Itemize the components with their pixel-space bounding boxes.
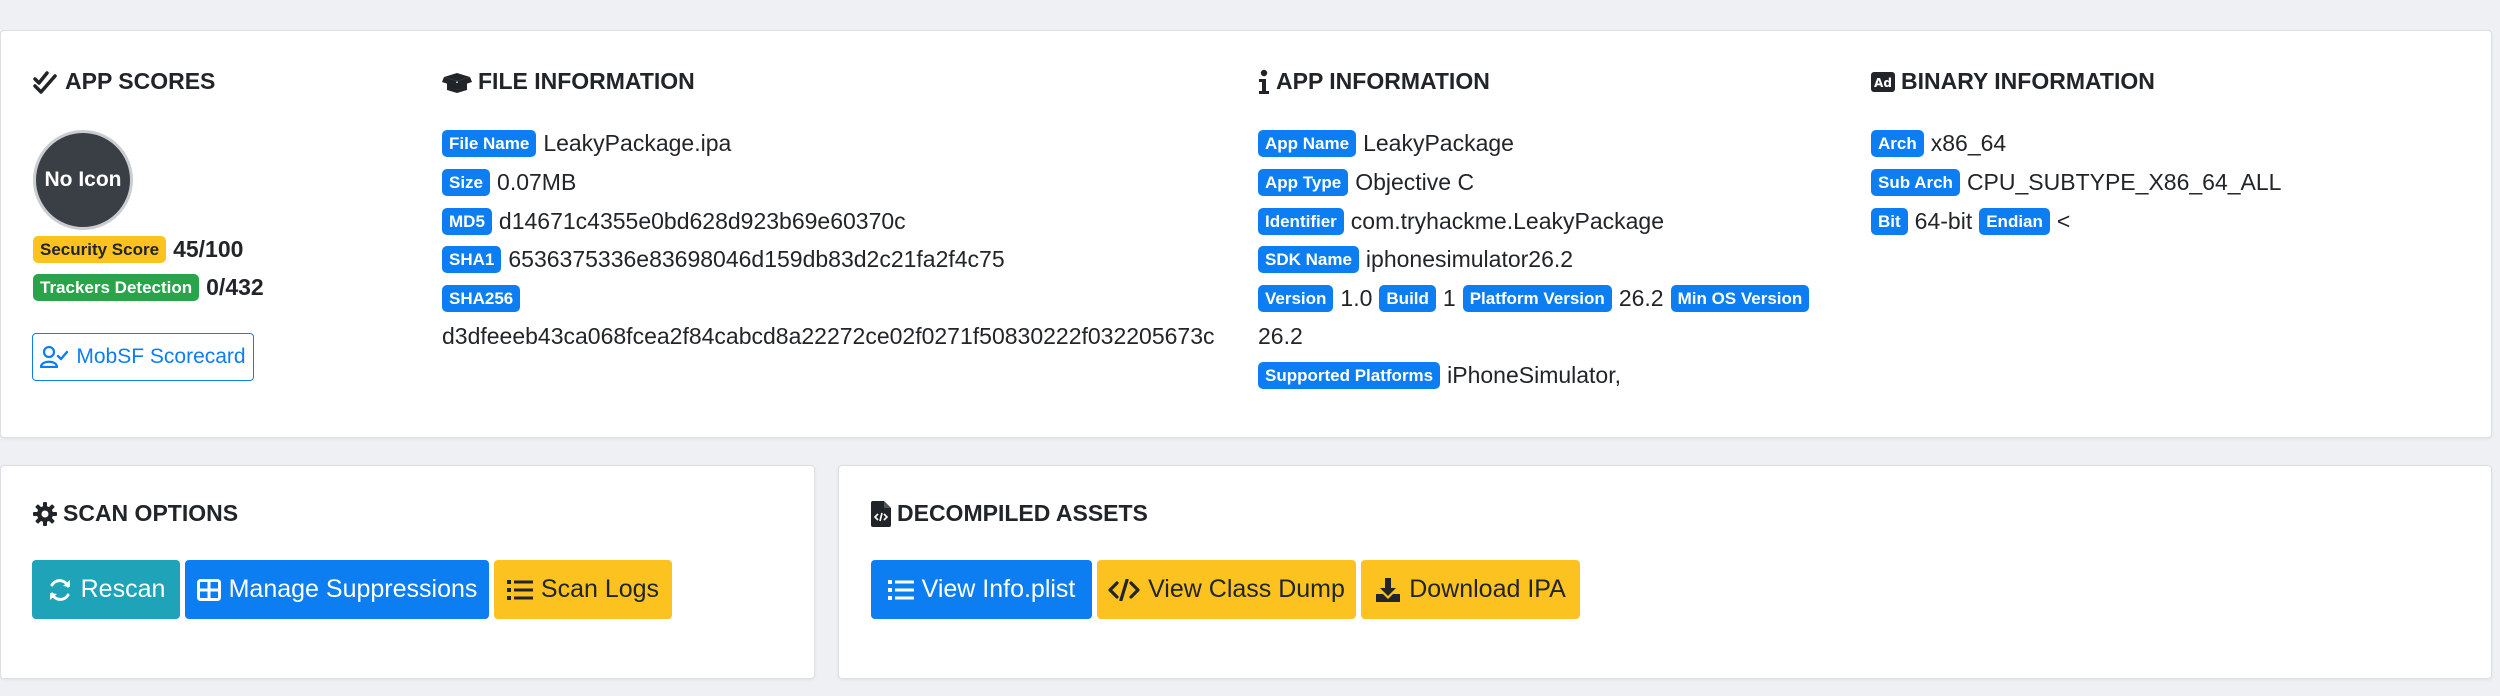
table-icon [196,578,221,601]
app-type-value: Objective C [1355,169,1475,195]
version-row: Version 1.0 Build 1 Platform Version 26.… [1258,285,1810,312]
file-size-value: 0.07MB [497,169,577,195]
sha1-row: SHA1 6536375336e83698046d159db83d2c21fa2… [442,246,1005,273]
info-icon [1259,69,1269,94]
list-icon [506,579,533,600]
file-name-value: LeakyPackage.ipa [543,130,732,156]
code-icon [1108,578,1140,601]
app-name-value: LeakyPackage [1363,130,1514,156]
file-code-icon [871,500,891,527]
view-class-dump-button[interactable]: View Class Dump [1097,560,1356,619]
file-information-heading: FILE INFORMATION [442,68,695,95]
bit-value: 64-bit [1914,208,1973,234]
arch-row: Arch x86_64 [1871,130,2006,157]
trackers-row: Trackers Detection 0/432 [33,274,264,301]
sha256-label-row: SHA256 [442,285,521,312]
security-score-value: 45/100 [173,236,244,262]
ad-icon: Ad [1871,71,1895,92]
sdk-name-row: SDK Name iphonesimulator26.2 [1258,246,1573,273]
trackers-badge: Trackers Detection [33,274,200,301]
bit-row: Bit 64-bit Endian < [1871,208,2070,235]
identifier-row: Identifier com.tryhackme.LeakyPackage [1258,208,1664,235]
sha256-value-row: d3dfeeeb43ca068fcea2f84cabcd8a22272ce02f… [442,323,1215,350]
manage-suppressions-button[interactable]: Manage Suppressions [185,560,489,619]
identifier-value: com.tryhackme.LeakyPackage [1350,208,1664,234]
supported-platforms-row: Supported Platforms iPhoneSimulator, [1258,362,1621,389]
md5-row: MD5 d14671c4355e0bd628d923b69e60370c [442,208,906,235]
rescan-button[interactable]: Rescan [32,560,180,619]
security-score-row: Security Score 45/100 [33,236,243,263]
app-scores-heading: APP SCORES [33,68,215,95]
decompiled-assets-heading: DECOMPILED ASSETS [871,500,1148,527]
trackers-value: 0/432 [206,274,264,300]
download-icon [1376,577,1401,602]
svg-text:Ad: Ad [1874,76,1892,90]
sha256-value: d3dfeeeb43ca068fcea2f84cabcd8a22272ce02f… [442,323,1215,349]
scan-logs-button[interactable]: Scan Logs [494,560,672,619]
endian-value: < [2056,208,2071,234]
sdk-name-value: iphonesimulator26.2 [1365,246,1574,272]
user-check-icon [40,346,69,368]
app-icon-placeholder: No Icon [33,130,133,230]
sha1-value: 6536375336e83698046d159db83d2c21fa2f4c75 [508,246,1005,272]
platform-version-value: 26.2 [1618,285,1664,311]
app-name-row: App Name LeakyPackage [1258,130,1514,157]
sub-arch-value: CPU_SUBTYPE_X86_64_ALL [1966,169,2282,195]
binary-information-heading: Ad BINARY INFORMATION [1871,68,2155,95]
version-value: 1.0 [1340,285,1373,311]
download-ipa-button[interactable]: Download IPA [1361,560,1580,619]
app-information-heading: APP INFORMATION [1258,68,1490,95]
double-check-icon [33,70,57,94]
file-size-row: Size 0.07MB [442,169,576,196]
list-icon [887,579,914,600]
box-open-icon [442,72,472,93]
scan-options-heading: SCAN OPTIONS [33,500,238,527]
build-value: 1 [1442,285,1456,311]
min-os-value: 26.2 [1258,323,1303,349]
arch-value: x86_64 [1930,130,2007,156]
security-score-badge: Security Score [33,236,167,263]
sub-arch-row: Sub Arch CPU_SUBTYPE_X86_64_ALL [1871,169,2281,196]
mobsf-scorecard-button[interactable]: MobSF Scorecard [32,333,254,381]
supported-platforms-value: iPhoneSimulator, [1447,362,1622,388]
gear-icon [33,501,57,526]
file-name-row: File Name LeakyPackage.ipa [442,130,731,157]
view-info-plist-button[interactable]: View Info.plist [871,560,1092,619]
app-type-row: App Type Objective C [1258,169,1474,196]
min-os-value-row: 26.2 [1258,323,1303,350]
sync-icon [49,578,70,601]
md5-value: d14671c4355e0bd628d923b69e60370c [498,208,906,234]
